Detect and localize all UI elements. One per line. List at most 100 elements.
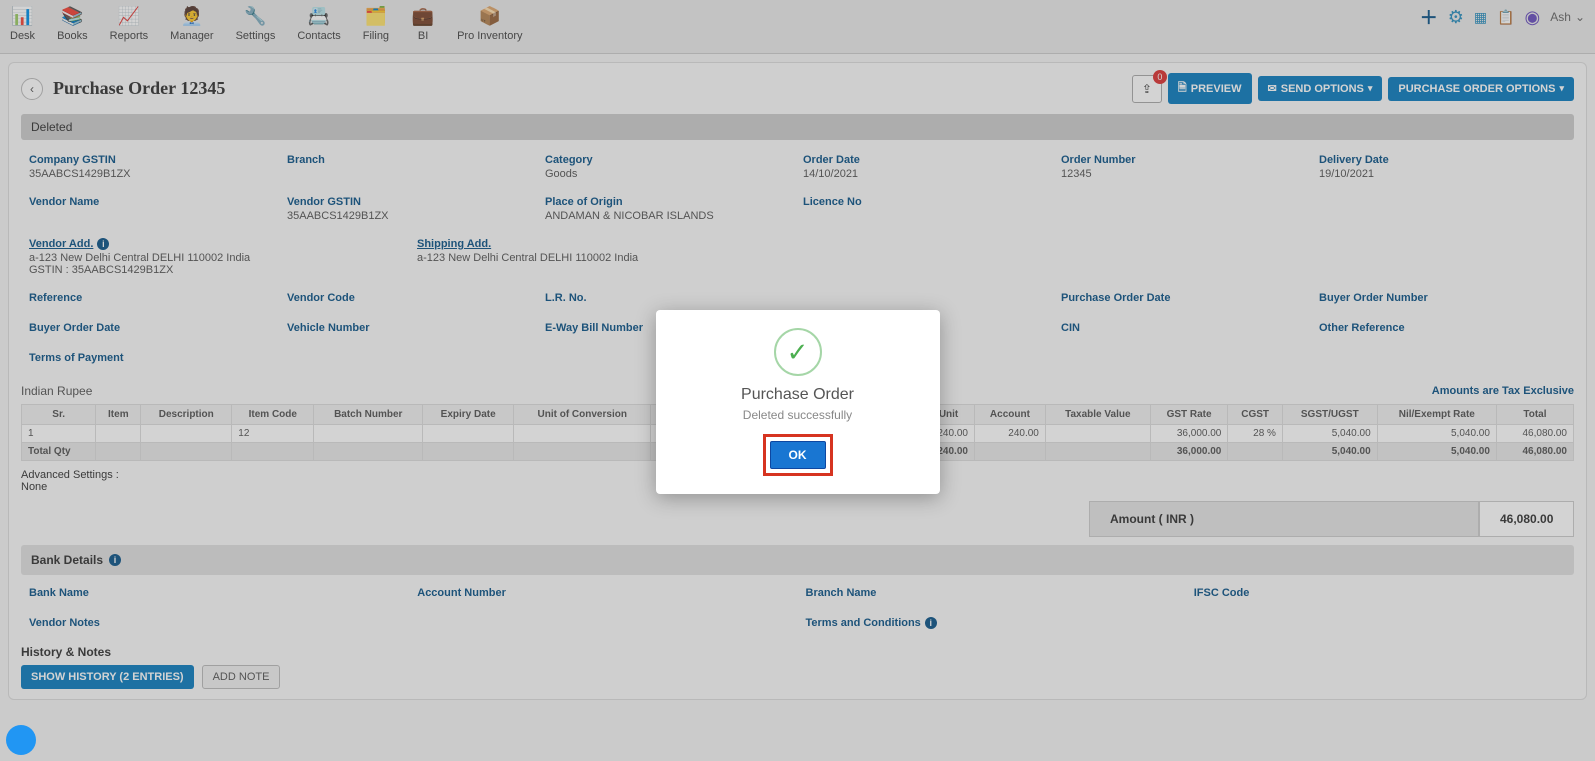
settings-icon: 🔧 bbox=[243, 4, 267, 28]
col-header: Unit of Conversion bbox=[514, 405, 651, 425]
books-icon: 📚 bbox=[60, 4, 84, 28]
nav-filing[interactable]: 🗂️ Filing bbox=[363, 4, 389, 42]
cell bbox=[1045, 425, 1150, 443]
field-label: Company GSTIN bbox=[29, 154, 271, 166]
modal-message: Deleted successfully bbox=[674, 408, 922, 422]
cell bbox=[141, 425, 232, 443]
advanced-settings-label: Advanced Settings : bbox=[21, 469, 119, 481]
button-label: PREVIEW bbox=[1191, 83, 1242, 95]
field-label: Account Number bbox=[417, 587, 789, 599]
vendor-address-line: a-123 New Delhi Central DELHI 110002 Ind… bbox=[29, 252, 401, 264]
col-header: Item bbox=[96, 405, 141, 425]
col-header: Sr. bbox=[22, 405, 96, 425]
upload-icon: ⇪ bbox=[1142, 82, 1152, 96]
mail-icon: ✉ bbox=[1268, 82, 1277, 95]
cell: 36,000.00 bbox=[1150, 443, 1228, 461]
currency-label: Indian Rupee bbox=[21, 384, 92, 398]
field-label: CIN bbox=[1061, 322, 1303, 334]
cell: 28 % bbox=[1228, 425, 1283, 443]
col-header: Nil/Exempt Rate bbox=[1377, 405, 1496, 425]
cell bbox=[514, 443, 651, 461]
terms-label: Terms and Conditions i bbox=[806, 617, 1567, 629]
field-label: Vendor Code bbox=[287, 292, 529, 304]
send-options-button[interactable]: ✉ SEND OPTIONS bbox=[1258, 76, 1383, 101]
field-label: Other Reference bbox=[1319, 322, 1561, 334]
user-name: Ash bbox=[1550, 10, 1571, 24]
col-header: Account bbox=[974, 405, 1045, 425]
nav-label: BI bbox=[418, 30, 428, 42]
col-header: Item Code bbox=[232, 405, 314, 425]
field-label: L.R. No. bbox=[545, 292, 787, 304]
cell bbox=[314, 425, 423, 443]
cell bbox=[314, 443, 423, 461]
cell: 5,040.00 bbox=[1282, 443, 1377, 461]
cell bbox=[232, 443, 314, 461]
cell bbox=[974, 443, 1045, 461]
field-label: Place of Origin bbox=[545, 196, 787, 208]
cell: 5,040.00 bbox=[1377, 443, 1496, 461]
cell bbox=[96, 425, 141, 443]
col-header: CGST bbox=[1228, 405, 1283, 425]
top-nav: 📊 Desk 📚Books 📈 Reports 🧑‍💼Manager 🔧Settin… bbox=[0, 0, 1595, 54]
delete-success-modal: ✓ Purchase Order Deleted successfully OK bbox=[656, 310, 940, 494]
field-label: Branch bbox=[287, 154, 529, 166]
nav-reports[interactable]: 📈 Reports bbox=[110, 4, 149, 42]
reports-icon: 📈 bbox=[117, 4, 141, 28]
nav-settings[interactable]: 🔧Settings bbox=[236, 4, 276, 42]
nav-label: Manager bbox=[170, 30, 213, 42]
field-label: Delivery Date bbox=[1319, 154, 1561, 166]
cell: 240.00 bbox=[974, 425, 1045, 443]
field-label: Order Date bbox=[803, 154, 1045, 166]
nav-label: Filing bbox=[363, 30, 389, 42]
nav-desk[interactable]: 📊 Desk bbox=[10, 4, 35, 42]
globe-icon[interactable]: ◉ bbox=[1525, 7, 1541, 28]
user-menu[interactable]: Ash ⌄ bbox=[1550, 10, 1585, 24]
preview-button[interactable]: 🗎PREVIEW bbox=[1168, 73, 1252, 104]
upload-button[interactable]: ⇪ 0 bbox=[1132, 75, 1162, 103]
info-icon: i bbox=[925, 617, 937, 629]
nav-label: Reports bbox=[110, 30, 149, 42]
nav-label: Pro Inventory bbox=[457, 30, 522, 42]
cell bbox=[141, 443, 232, 461]
nav-books[interactable]: 📚Books bbox=[57, 4, 88, 42]
button-label: SEND OPTIONS bbox=[1281, 83, 1364, 95]
grid-icon[interactable]: ▦ bbox=[1474, 9, 1487, 26]
nav-bi[interactable]: 💼 BI bbox=[411, 4, 435, 42]
modal-title: Purchase Order bbox=[674, 386, 922, 404]
page-title: Purchase Order 12345 bbox=[53, 78, 225, 99]
chat-bubble-icon[interactable] bbox=[6, 725, 36, 755]
cell: 5,040.00 bbox=[1377, 425, 1496, 443]
nav-inventory[interactable]: 📦 Pro Inventory bbox=[457, 4, 522, 42]
nav-contacts[interactable]: 📇Contacts bbox=[297, 4, 340, 42]
po-options-button[interactable]: PURCHASE ORDER OPTIONS bbox=[1388, 77, 1574, 101]
gear-icon[interactable]: ⚙ bbox=[1448, 7, 1464, 28]
shipping-address-link[interactable]: Shipping Add. bbox=[417, 238, 789, 250]
filing-icon: 🗂️ bbox=[364, 4, 388, 28]
back-button[interactable]: ‹ bbox=[21, 78, 43, 100]
field-label: Purchase Order Date bbox=[1061, 292, 1303, 304]
status-bar: Deleted bbox=[21, 114, 1574, 140]
cell bbox=[423, 425, 514, 443]
field-label: Order Number bbox=[1061, 154, 1303, 166]
info-icon: i bbox=[97, 238, 109, 250]
show-history-button[interactable]: SHOW HISTORY (2 ENTRIES) bbox=[21, 665, 194, 689]
amount-label: Amount ( INR ) bbox=[1089, 501, 1479, 537]
field-value: 12345 bbox=[1061, 168, 1303, 180]
vendor-address-link[interactable]: Vendor Add.i bbox=[29, 238, 401, 250]
cell: Total Qty bbox=[22, 443, 96, 461]
field-label: Terms of Payment bbox=[29, 352, 271, 364]
ok-button[interactable]: OK bbox=[770, 441, 826, 469]
inventory-icon: 📦 bbox=[478, 4, 502, 28]
add-icon[interactable]: ＋ bbox=[1420, 4, 1438, 30]
cell bbox=[1228, 443, 1283, 461]
add-note-button[interactable]: ADD NOTE bbox=[202, 665, 281, 689]
nav-manager[interactable]: 🧑‍💼Manager bbox=[170, 4, 213, 42]
clipboard-icon[interactable]: 📋 bbox=[1497, 9, 1514, 26]
bi-icon: 💼 bbox=[411, 4, 435, 28]
field-label: Reference bbox=[29, 292, 271, 304]
bank-details-header: Bank Detailsi bbox=[21, 545, 1574, 575]
nav-label: Desk bbox=[10, 30, 35, 42]
desk-icon: 📊 bbox=[11, 4, 35, 28]
info-icon: i bbox=[109, 554, 121, 566]
page-header: ‹ Purchase Order 12345 ⇪ 0 🗎PREVIEW ✉ SEN… bbox=[21, 73, 1574, 104]
